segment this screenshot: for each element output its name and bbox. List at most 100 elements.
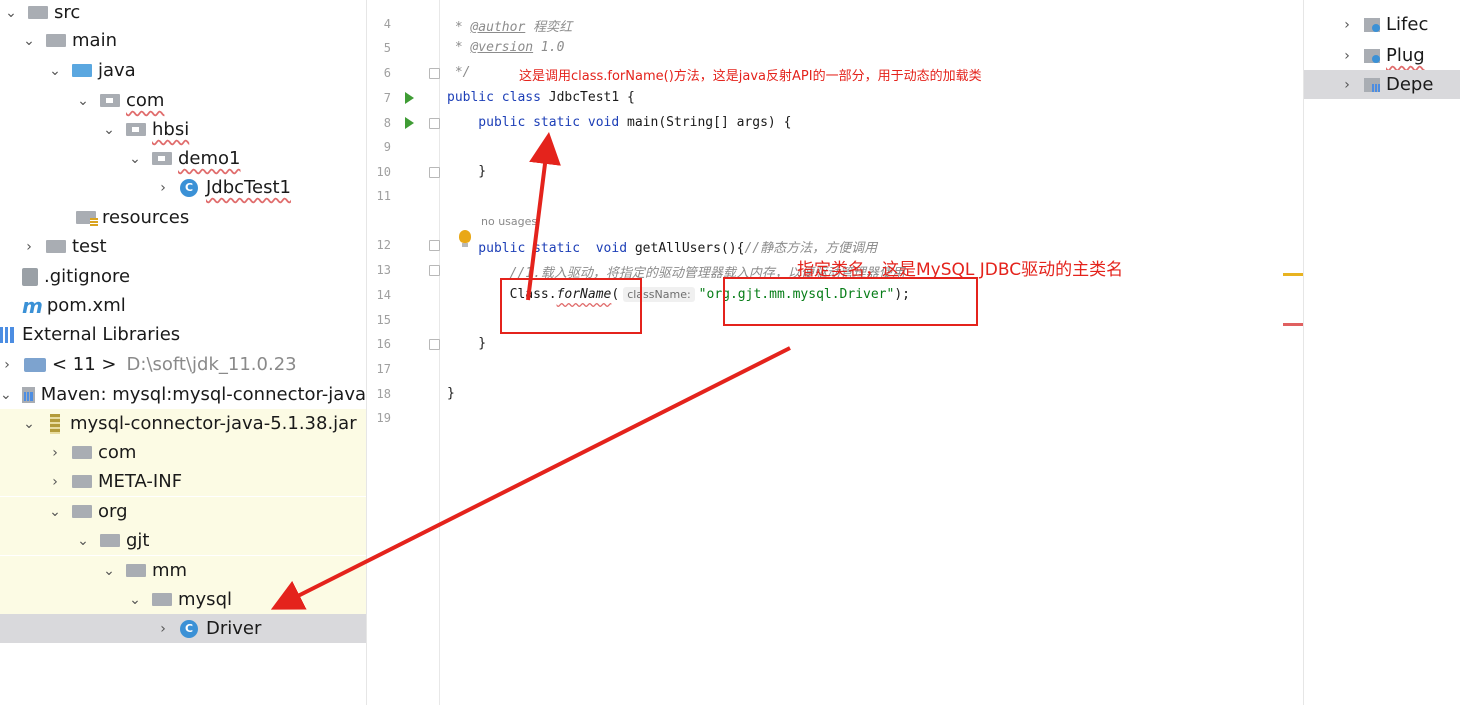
chevron-down-icon[interactable]: ⌄ bbox=[0, 387, 12, 403]
line-number: 15 bbox=[376, 313, 391, 327]
tree-item-mysql[interactable]: ⌄ mysql bbox=[0, 585, 366, 614]
tree-item-org[interactable]: ⌄ org bbox=[0, 497, 366, 526]
tree-item-label: demo1 bbox=[178, 148, 241, 169]
chevron-down-icon[interactable]: ⌄ bbox=[102, 122, 116, 138]
line-number: 9 bbox=[383, 140, 391, 154]
code-line-5[interactable]: * @version 1.0 bbox=[447, 40, 565, 55]
tree-item-label: hbsi bbox=[152, 119, 190, 140]
tree-item-label: test bbox=[72, 236, 107, 257]
fold-marker-icon[interactable] bbox=[429, 339, 440, 350]
maven-panel: › Lifec › Plug › Depe bbox=[1303, 0, 1460, 705]
tree-item-label: com bbox=[126, 90, 165, 111]
chevron-right-icon[interactable]: › bbox=[48, 445, 62, 461]
tree-item-label: META-INF bbox=[98, 471, 183, 492]
tree-item-resources[interactable]: resources bbox=[0, 203, 366, 232]
comment-text: */ bbox=[447, 65, 471, 80]
chevron-down-icon[interactable]: ⌄ bbox=[4, 5, 18, 21]
line-number: 14 bbox=[376, 288, 391, 302]
fold-marker-icon[interactable] bbox=[429, 265, 440, 276]
code-line-18[interactable]: } bbox=[447, 386, 455, 401]
fold-marker-icon[interactable] bbox=[429, 240, 440, 251]
folder-icon bbox=[46, 34, 66, 47]
code-editor[interactable]: 4 5 6 7 8 9 10 11 12 13 14 15 16 17 18 1… bbox=[366, 0, 1303, 705]
folder-icon bbox=[152, 593, 172, 606]
warning-marker[interactable] bbox=[1283, 273, 1303, 276]
code-line-7[interactable]: public class JdbcTest1 { bbox=[447, 90, 635, 105]
tree-item-meta-inf[interactable]: › META-INF bbox=[0, 467, 366, 496]
tree-item-mm[interactable]: ⌄ mm bbox=[0, 556, 366, 585]
tree-item-hbsi[interactable]: ⌄ hbsi bbox=[0, 115, 366, 144]
chevron-down-icon[interactable]: ⌄ bbox=[48, 504, 62, 520]
fold-marker-icon[interactable] bbox=[429, 118, 440, 129]
maven-item-lifecycle[interactable]: › Lifec bbox=[1304, 10, 1460, 39]
tree-item-external-libraries[interactable]: External Libraries bbox=[0, 320, 366, 349]
tree-item-gjt[interactable]: ⌄ gjt bbox=[0, 526, 366, 555]
fold-marker-icon[interactable] bbox=[429, 167, 440, 178]
code-line-8[interactable]: public static void main(String[] args) { bbox=[447, 115, 791, 130]
tree-item-label: com bbox=[98, 442, 137, 463]
chevron-right-icon[interactable]: › bbox=[48, 474, 62, 490]
class-icon: C bbox=[180, 619, 198, 638]
tree-item-src[interactable]: ⌄ src bbox=[0, 0, 366, 27]
chevron-down-icon[interactable]: ⌄ bbox=[128, 151, 142, 167]
code-text: JdbcTest1 { bbox=[540, 90, 635, 105]
tree-item-java[interactable]: ⌄ java bbox=[0, 56, 366, 85]
tree-item-label: Maven: mysql:mysql-connector-java bbox=[40, 384, 366, 405]
chevron-down-icon[interactable]: ⌄ bbox=[128, 592, 142, 608]
chevron-down-icon[interactable]: ⌄ bbox=[22, 33, 36, 49]
keyword: void bbox=[580, 115, 620, 130]
tree-item-gitignore[interactable]: .gitignore bbox=[0, 262, 366, 291]
folder-icon bbox=[100, 534, 120, 547]
chevron-right-icon[interactable]: › bbox=[22, 239, 36, 255]
line-number: 4 bbox=[383, 17, 391, 31]
tree-item-jar[interactable]: ⌄ mysql-connector-java-5.1.38.jar bbox=[0, 409, 366, 438]
chevron-right-icon[interactable]: › bbox=[156, 180, 170, 196]
tree-item-jdbctest1[interactable]: › C JdbcTest1 bbox=[0, 173, 366, 202]
chevron-right-icon[interactable]: › bbox=[1340, 48, 1354, 64]
tree-item-label: Driver bbox=[206, 618, 262, 639]
chevron-down-icon[interactable]: ⌄ bbox=[48, 63, 62, 79]
chevron-down-icon[interactable]: ⌄ bbox=[22, 416, 36, 432]
code-line-12[interactable]: public static void getAllUsers(){//静态方法，… bbox=[447, 237, 877, 256]
tree-item-com[interactable]: ⌄ com bbox=[0, 86, 366, 115]
tree-item-jdk[interactable]: › < 11 > D:\soft\jdk_11.0.23 bbox=[0, 350, 366, 379]
tree-item-main[interactable]: ⌄ main bbox=[0, 26, 366, 55]
error-marker[interactable] bbox=[1283, 323, 1303, 326]
run-icon[interactable] bbox=[405, 92, 414, 104]
keyword: static bbox=[533, 241, 581, 256]
chevron-right-icon[interactable]: › bbox=[1340, 17, 1354, 33]
maven-item-label: Depe bbox=[1386, 74, 1434, 95]
class-icon: C bbox=[180, 178, 198, 197]
chevron-right-icon[interactable]: › bbox=[156, 621, 170, 637]
chevron-right-icon[interactable]: › bbox=[0, 357, 14, 373]
maven-item-dependencies[interactable]: › Depe bbox=[1304, 70, 1460, 99]
chevron-right-icon[interactable]: › bbox=[1340, 77, 1354, 93]
tree-item-test[interactable]: › test bbox=[0, 232, 366, 261]
chevron-down-icon[interactable]: ⌄ bbox=[76, 93, 90, 109]
tree-item-label: java bbox=[98, 60, 136, 81]
tree-item-maven-lib[interactable]: ⌄ Maven: mysql:mysql-connector-java bbox=[0, 380, 366, 409]
tree-item-driver[interactable]: › C Driver bbox=[0, 614, 366, 643]
chevron-down-icon[interactable]: ⌄ bbox=[102, 563, 116, 579]
tree-item-jar-com[interactable]: › com bbox=[0, 438, 366, 467]
code-text: } bbox=[447, 164, 487, 179]
line-number: 5 bbox=[383, 41, 391, 55]
tree-item-pom[interactable]: m pom.xml bbox=[0, 291, 366, 320]
line-number: 17 bbox=[376, 362, 391, 376]
comment-text: * bbox=[447, 20, 471, 35]
folder-icon bbox=[72, 475, 92, 488]
run-icon[interactable] bbox=[405, 117, 414, 129]
chevron-down-icon[interactable]: ⌄ bbox=[76, 533, 90, 549]
code-line-6[interactable]: */ bbox=[447, 65, 471, 80]
code-line-10[interactable]: } bbox=[447, 164, 486, 179]
tree-item-label: External Libraries bbox=[22, 324, 181, 345]
no-usages-hint[interactable]: no usages bbox=[481, 215, 537, 228]
maven-item-plugins[interactable]: › Plug bbox=[1304, 41, 1460, 70]
fold-marker-icon[interactable] bbox=[429, 68, 440, 79]
tree-item-demo1[interactable]: ⌄ demo1 bbox=[0, 144, 366, 173]
code-line-4[interactable]: * @author 程奕红 bbox=[447, 16, 572, 35]
line-number: 6 bbox=[383, 66, 391, 80]
jdk-icon bbox=[24, 357, 46, 372]
highlight-box-forname bbox=[500, 278, 642, 334]
code-line-16[interactable]: } bbox=[447, 336, 486, 351]
